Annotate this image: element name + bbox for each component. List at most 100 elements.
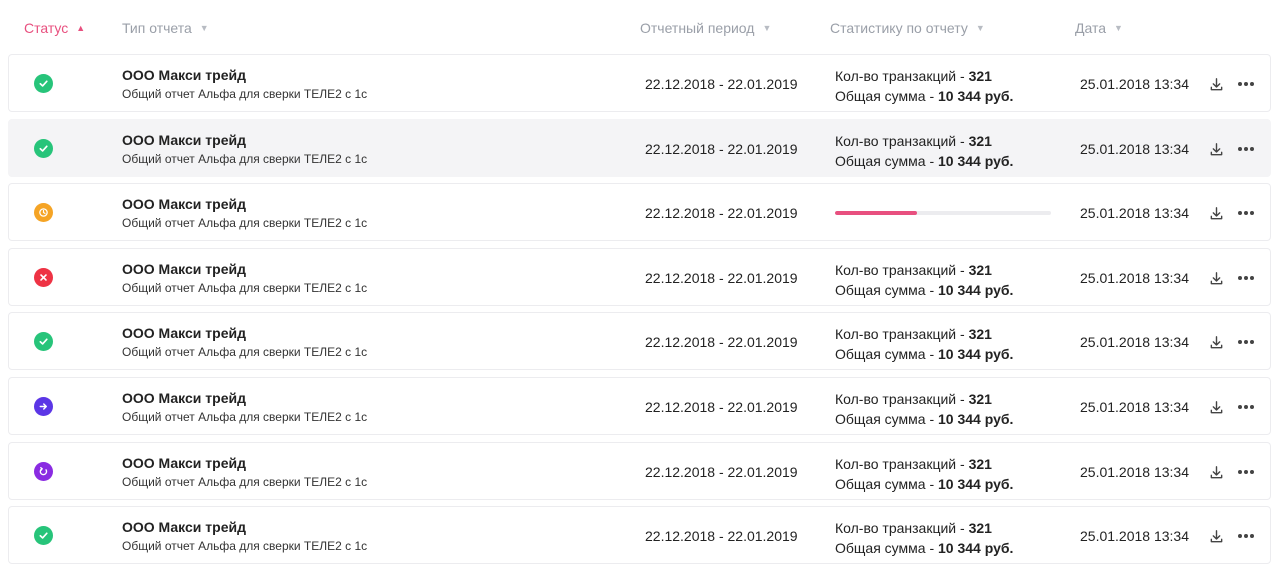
report-period: 22.12.2018 - 22.01.2019 xyxy=(645,334,798,350)
total-sum-line: Общая сумма - 10 344 руб. xyxy=(835,151,1013,171)
arrow-right-icon xyxy=(34,397,53,416)
transactions-line: Кол-во транзакций - 321 xyxy=(835,66,1013,86)
report-date: 25.01.2018 13:34 xyxy=(1080,205,1189,221)
total-sum-line: Общая сумма - 10 344 руб. xyxy=(835,538,1013,558)
company-name: ООО Макси трейд xyxy=(122,519,246,535)
more-options-icon[interactable] xyxy=(1235,332,1257,352)
report-type: Общий отчет Альфа для сверки ТЕЛЕ2 с 1с xyxy=(122,216,368,230)
total-sum-label: Общая сумма - xyxy=(835,476,939,492)
download-icon[interactable] xyxy=(1206,74,1226,94)
column-header-report-type[interactable]: Тип отчета ▼ xyxy=(122,20,209,36)
total-sum-value: 10 344 руб. xyxy=(938,346,1014,362)
total-sum-value: 10 344 руб. xyxy=(938,411,1014,427)
column-header-report-type-label: Тип отчета xyxy=(122,20,192,36)
report-period: 22.12.2018 - 22.01.2019 xyxy=(645,528,798,544)
download-icon[interactable] xyxy=(1206,462,1226,482)
total-sum-line: Общая сумма - 10 344 руб. xyxy=(835,344,1013,364)
report-type: Общий отчет Альфа для сверки ТЕЛЕ2 с 1с xyxy=(122,345,368,359)
more-options-icon[interactable] xyxy=(1235,462,1257,482)
download-icon[interactable] xyxy=(1206,268,1226,288)
check-icon xyxy=(34,139,53,158)
report-period: 22.12.2018 - 22.01.2019 xyxy=(645,205,798,221)
column-header-period-label: Отчетный период xyxy=(640,20,755,36)
table-row[interactable]: ООО Макси трейд Общий отчет Альфа для све… xyxy=(8,183,1271,241)
table-row[interactable]: ООО Макси трейд Общий отчет Альфа для све… xyxy=(8,54,1271,112)
total-sum-value: 10 344 руб. xyxy=(938,88,1014,104)
sort-asc-icon: ▲ xyxy=(76,22,86,33)
refresh-icon xyxy=(34,462,53,481)
company-name: ООО Макси трейд xyxy=(122,261,246,277)
company-name: ООО Макси трейд xyxy=(122,390,246,406)
table-row[interactable]: ООО Макси трейд Общий отчет Альфа для све… xyxy=(8,119,1271,177)
transactions-label: Кол-во транзакций - xyxy=(835,326,969,342)
column-header-status-label: Статус xyxy=(24,20,69,36)
report-period: 22.12.2018 - 22.01.2019 xyxy=(645,141,798,157)
transactions-line: Кол-во транзакций - 321 xyxy=(835,389,1013,409)
table-row[interactable]: ООО Макси трейд Общий отчет Альфа для све… xyxy=(8,248,1271,306)
transactions-count: 321 xyxy=(968,391,992,407)
report-type: Общий отчет Альфа для сверки ТЕЛЕ2 с 1с xyxy=(122,410,368,424)
more-options-icon[interactable] xyxy=(1235,203,1257,223)
report-stats: Кол-во транзакций - 321 Общая сумма - 10 … xyxy=(835,324,1013,364)
more-options-icon[interactable] xyxy=(1235,526,1257,546)
company-name: ООО Макси трейд xyxy=(122,325,246,341)
transactions-count: 321 xyxy=(968,262,992,278)
more-options-icon[interactable] xyxy=(1235,397,1257,417)
column-header-date-label: Дата xyxy=(1075,20,1107,36)
report-date: 25.01.2018 13:34 xyxy=(1080,528,1189,544)
report-stats: Кол-во транзакций - 321 Общая сумма - 10 … xyxy=(835,389,1013,429)
transactions-label: Кол-во транзакций - xyxy=(835,262,969,278)
download-icon[interactable] xyxy=(1206,203,1226,223)
report-stats: Кол-во транзакций - 321 Общая сумма - 10 … xyxy=(835,518,1013,558)
transactions-line: Кол-во транзакций - 321 xyxy=(835,518,1013,538)
check-icon xyxy=(34,526,53,545)
more-options-icon[interactable] xyxy=(1235,74,1257,94)
table-header: Статус ▲ Тип отчета ▼ Отчетный период ▼ … xyxy=(0,0,1280,56)
table-row[interactable]: ООО Макси трейд Общий отчет Альфа для све… xyxy=(8,377,1271,435)
table-row[interactable]: ООО Макси трейд Общий отчет Альфа для све… xyxy=(8,506,1271,564)
download-icon[interactable] xyxy=(1206,332,1226,352)
transactions-count: 321 xyxy=(968,520,992,536)
total-sum-line: Общая сумма - 10 344 руб. xyxy=(835,86,1013,106)
reports-table: Статус ▲ Тип отчета ▼ Отчетный период ▼ … xyxy=(0,0,1280,584)
table-row[interactable]: ООО Макси трейд Общий отчет Альфа для све… xyxy=(8,442,1271,500)
sort-desc-icon: ▼ xyxy=(975,22,985,33)
total-sum-line: Общая сумма - 10 344 руб. xyxy=(835,409,1013,429)
transactions-count: 321 xyxy=(968,68,992,84)
transactions-label: Кол-во транзакций - xyxy=(835,520,969,536)
column-header-date[interactable]: Дата ▼ xyxy=(1075,20,1123,36)
transactions-label: Кол-во транзакций - xyxy=(835,456,969,472)
report-date: 25.01.2018 13:34 xyxy=(1080,141,1189,157)
report-date: 25.01.2018 13:34 xyxy=(1080,334,1189,350)
more-options-icon[interactable] xyxy=(1235,268,1257,288)
report-period: 22.12.2018 - 22.01.2019 xyxy=(645,464,798,480)
report-date: 25.01.2018 13:34 xyxy=(1080,399,1189,415)
report-stats: Кол-во транзакций - 321 Общая сумма - 10 … xyxy=(835,454,1013,494)
download-icon[interactable] xyxy=(1206,397,1226,417)
total-sum-label: Общая сумма - xyxy=(835,153,939,169)
report-date: 25.01.2018 13:34 xyxy=(1080,464,1189,480)
more-options-icon[interactable] xyxy=(1235,139,1257,159)
download-icon[interactable] xyxy=(1206,139,1226,159)
total-sum-value: 10 344 руб. xyxy=(938,282,1014,298)
column-header-status[interactable]: Статус ▲ xyxy=(24,20,85,36)
total-sum-value: 10 344 руб. xyxy=(938,153,1014,169)
transactions-line: Кол-во транзакций - 321 xyxy=(835,454,1013,474)
progress-bar-fill xyxy=(835,211,918,215)
transactions-count: 321 xyxy=(968,326,992,342)
column-header-stats[interactable]: Статистику по отчету ▼ xyxy=(830,20,985,36)
total-sum-label: Общая сумма - xyxy=(835,282,939,298)
report-type: Общий отчет Альфа для сверки ТЕЛЕ2 с 1с xyxy=(122,87,368,101)
report-type: Общий отчет Альфа для сверки ТЕЛЕ2 с 1с xyxy=(122,281,368,295)
report-period: 22.12.2018 - 22.01.2019 xyxy=(645,270,798,286)
download-icon[interactable] xyxy=(1206,526,1226,546)
close-icon xyxy=(34,268,53,287)
total-sum-label: Общая сумма - xyxy=(835,88,939,104)
report-date: 25.01.2018 13:34 xyxy=(1080,270,1189,286)
column-header-period[interactable]: Отчетный период ▼ xyxy=(640,20,771,36)
total-sum-line: Общая сумма - 10 344 руб. xyxy=(835,474,1013,494)
table-row[interactable]: ООО Макси трейд Общий отчет Альфа для све… xyxy=(8,312,1271,370)
report-date: 25.01.2018 13:34 xyxy=(1080,76,1189,92)
check-icon xyxy=(34,74,53,93)
column-header-stats-label: Статистику по отчету xyxy=(830,20,968,36)
